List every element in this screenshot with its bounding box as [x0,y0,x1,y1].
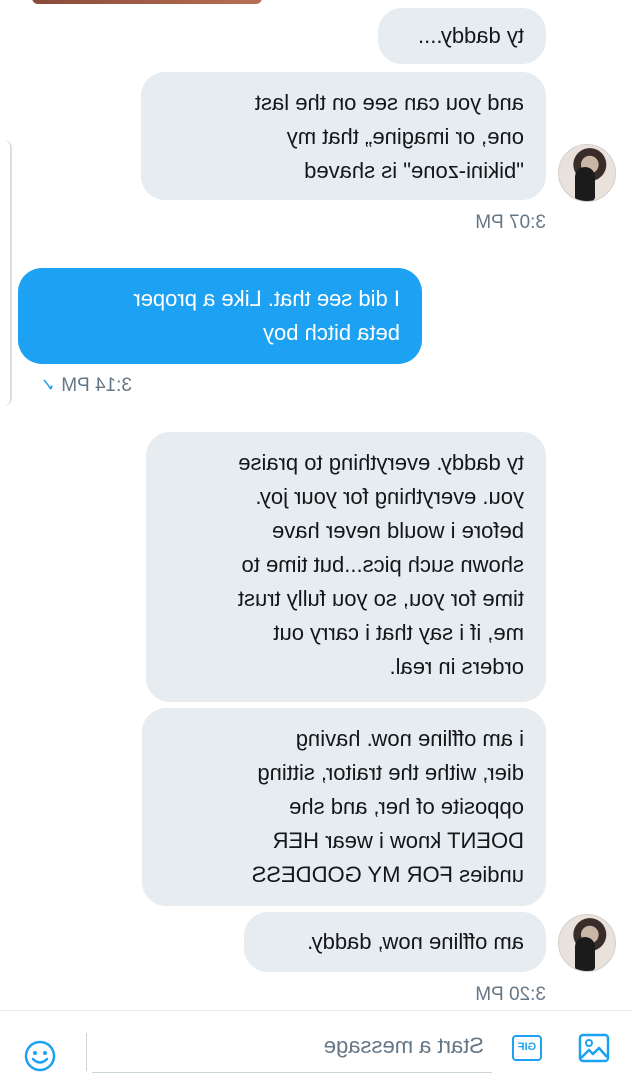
avatar[interactable] [558,914,616,972]
emoji-icon[interactable] [23,1039,57,1073]
message-bubble[interactable]: and you can see on the last one, or imag… [141,72,546,200]
message-composer: GIF Start a message [0,1010,632,1080]
gif-icon[interactable]: GIF [512,1035,542,1061]
mirrored-screen: ty daddy.... and you can see on the last… [0,0,632,1080]
timestamp: 3:20 PM [475,984,546,1005]
message-bubble[interactable]: ty daddy.... [378,8,546,64]
scrollbar[interactable] [0,140,12,406]
message-bubble[interactable]: I did see that. Like a proper beta bitch… [18,268,422,364]
message-bubble[interactable]: ty daddy. everything to praise you. ever… [146,432,546,702]
message-bubble[interactable]: am offline now, daddy. [244,912,546,972]
message-input[interactable]: Start a message [92,1025,492,1073]
image-icon[interactable] [578,1033,610,1063]
previous-image-edge [32,0,262,4]
check-icon: ✓ [40,375,56,395]
divider [86,1033,87,1071]
timestamp-label: 3:14 PM [61,375,132,396]
timestamp: 3:14 PM✓ [40,375,132,397]
message-thread: ty daddy.... and you can see on the last… [0,0,632,1010]
message-bubble[interactable]: i am offline now. having dier, withe the… [142,708,546,906]
timestamp: 3:07 PM [475,212,546,233]
avatar[interactable] [558,144,616,202]
